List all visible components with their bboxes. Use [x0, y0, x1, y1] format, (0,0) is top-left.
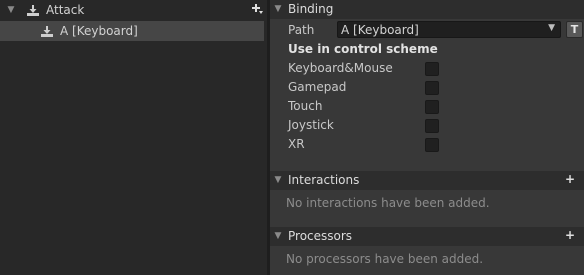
dropdown-arrow-icon: ▼ [548, 23, 555, 33]
collapse-arrow-icon[interactable]: ▼ [273, 4, 283, 14]
interactions-section-title: Interactions [288, 173, 360, 187]
processors-section-title: Processors [288, 229, 353, 243]
scheme-checkbox-xr[interactable] [425, 138, 439, 152]
text-mode-button[interactable]: T [566, 21, 583, 38]
add-binding-icon[interactable] [251, 2, 263, 16]
scheme-checkbox-gamepad[interactable] [425, 81, 439, 95]
actions-tree-panel: ▼ Attack A [Keyboard] [0, 0, 267, 275]
properties-panel: ▼ Binding Path A [Keyboard] ▼ T Use in c… [270, 0, 584, 275]
collapse-arrow-icon[interactable]: ▼ [273, 175, 283, 185]
tree-item-attack[interactable]: ▼ Attack [0, 0, 267, 20]
processors-section-header[interactable]: ▼ Processors + [270, 227, 584, 246]
binding-label: A [Keyboard] [60, 24, 138, 38]
path-label: Path [288, 23, 315, 37]
action-label: Attack [46, 3, 85, 17]
interactions-empty-text: No interactions have been added. [286, 196, 490, 210]
control-scheme-heading: Use in control scheme [288, 42, 438, 56]
scheme-label-touch: Touch [288, 99, 323, 113]
scheme-checkbox-keyboard-mouse[interactable] [425, 62, 439, 76]
add-interaction-button[interactable]: + [565, 172, 575, 186]
scheme-label-xr: XR [288, 137, 305, 151]
binding-section-title: Binding [288, 2, 334, 16]
processors-empty-text: No processors have been added. [286, 252, 484, 266]
interactions-section-header[interactable]: ▼ Interactions + [270, 171, 584, 190]
path-dropdown[interactable]: A [Keyboard] ▼ [337, 21, 561, 38]
tree-item-binding-a-keyboard[interactable]: A [Keyboard] [0, 21, 264, 41]
scheme-checkbox-joystick[interactable] [425, 119, 439, 133]
path-value: A [Keyboard] [341, 23, 419, 37]
expand-arrow-icon[interactable]: ▼ [6, 5, 16, 15]
scheme-checkbox-touch[interactable] [425, 100, 439, 114]
collapse-arrow-icon[interactable]: ▼ [273, 231, 283, 241]
scheme-label-joystick: Joystick [288, 118, 334, 132]
input-binding-icon [41, 25, 53, 37]
scheme-label-gamepad: Gamepad [288, 80, 347, 94]
scheme-label-keyboard-mouse: Keyboard&Mouse [288, 61, 393, 75]
binding-section-header[interactable]: ▼ Binding [270, 0, 584, 19]
add-processor-button[interactable]: + [565, 228, 575, 242]
input-action-icon [27, 4, 39, 16]
